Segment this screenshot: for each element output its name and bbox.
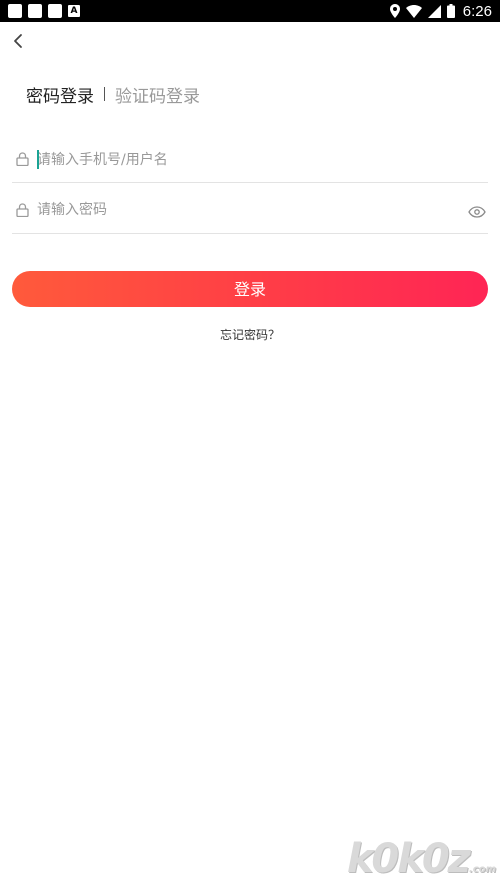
status-icons: 6:26 (389, 0, 492, 22)
watermark-logo: k0k0z.com (347, 836, 496, 882)
image-icon (8, 4, 22, 18)
password-field (12, 188, 488, 234)
username-input[interactable] (37, 150, 457, 170)
image-icon (28, 4, 42, 18)
back-button[interactable] (8, 30, 30, 52)
chevron-left-icon (14, 34, 22, 48)
status-time: 6:26 (462, 2, 492, 20)
eye-icon[interactable] (468, 206, 486, 218)
image-icon (48, 4, 62, 18)
lock-icon (16, 203, 29, 217)
battery-icon (446, 4, 455, 18)
text-cursor (37, 150, 39, 169)
login-button[interactable]: 登录 (12, 271, 488, 307)
login-tabs: 密码登录 验证码登录 (26, 82, 200, 107)
watermark-suffix: .com (468, 864, 496, 875)
password-input[interactable] (37, 200, 457, 220)
location-icon (389, 4, 400, 18)
signal-icon (427, 4, 441, 18)
status-bar: A 6:26 (0, 0, 500, 22)
watermark-text: k0k0z (346, 836, 471, 882)
a-badge-icon: A (68, 5, 80, 17)
wifi-icon (405, 4, 422, 18)
tab-code-login[interactable]: 验证码登录 (115, 82, 200, 107)
forgot-password-link[interactable]: 忘记密码？ (0, 326, 500, 343)
username-field (12, 138, 488, 183)
tab-divider (104, 87, 105, 101)
lock-icon (16, 152, 29, 166)
tab-password-login[interactable]: 密码登录 (26, 82, 94, 107)
